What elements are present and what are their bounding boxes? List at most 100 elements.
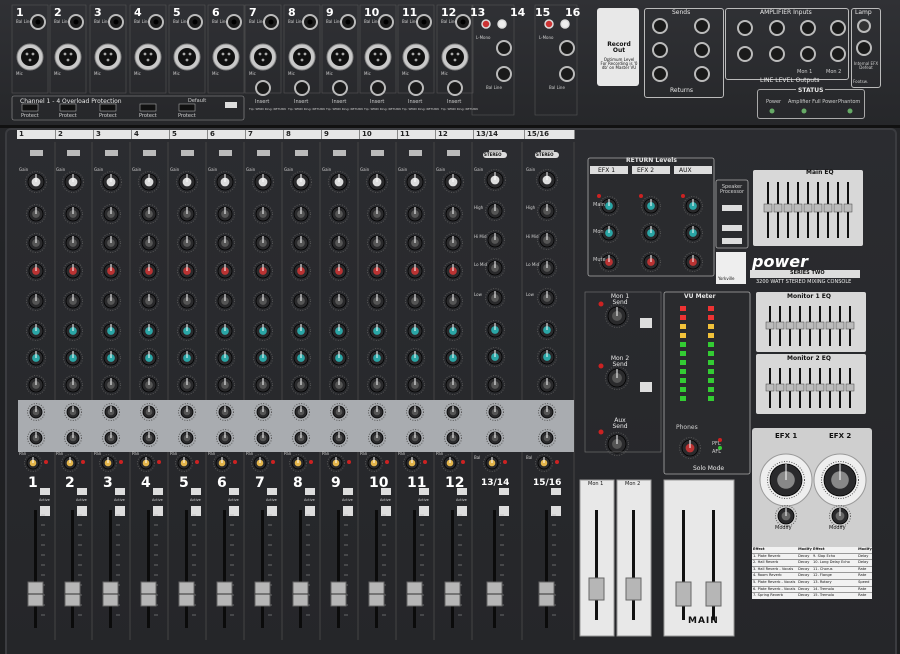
back-channel-number: 2: [54, 6, 62, 19]
switch-button[interactable]: [105, 150, 118, 156]
main-master-fader[interactable]: [675, 581, 692, 607]
mic-label: Mic: [249, 71, 256, 76]
bal-line-label: Bal Line: [288, 19, 304, 24]
vu-led-right: [708, 396, 714, 401]
insert-sub-label: Tip: SEND Ring: RETURN: [402, 107, 439, 111]
main-eq-slider[interactable]: [783, 203, 793, 213]
bal-label: Bal: [474, 455, 481, 460]
insert-label: Insert: [370, 99, 385, 105]
monitor-eq-slider[interactable]: [785, 321, 795, 330]
mute-button[interactable]: [229, 506, 239, 516]
brand-logo-text: Yorkville: [718, 276, 735, 281]
switch-button[interactable]: [67, 150, 80, 156]
main-master-fader[interactable]: [705, 581, 722, 607]
main-eq-slider[interactable]: [813, 203, 823, 213]
switch-button[interactable]: [257, 150, 270, 156]
processor-switch[interactable]: [722, 238, 742, 244]
main-eq-slider[interactable]: [823, 203, 833, 213]
solo-button[interactable]: [305, 488, 315, 495]
mute-button[interactable]: [551, 506, 561, 516]
mute-button[interactable]: [381, 506, 391, 516]
mute-button[interactable]: [499, 506, 509, 516]
bal-line-label: Bal Line: [364, 19, 380, 24]
mute-button[interactable]: [115, 506, 125, 516]
switch-button[interactable]: [409, 150, 422, 156]
solo-button[interactable]: [191, 488, 201, 495]
main-eq-slider[interactable]: [833, 203, 843, 213]
monitor-eq-slider[interactable]: [815, 383, 825, 392]
solo-button[interactable]: [229, 488, 239, 495]
monitor-eq-slider[interactable]: [815, 321, 825, 330]
main-eq-slider[interactable]: [773, 203, 783, 213]
pfl-label: PFL: [712, 441, 721, 447]
monitor-eq-slider[interactable]: [765, 383, 775, 392]
monitor-eq-slider[interactable]: [795, 321, 805, 330]
mute-button[interactable]: [153, 506, 163, 516]
solo-button[interactable]: [267, 488, 277, 495]
solo-button[interactable]: [115, 488, 125, 495]
afl-label: AFL: [712, 449, 722, 455]
efx-table-row: 7. Spring Reverb Decay 15. Tremolo Rate: [752, 593, 872, 599]
monitor-eq-slider[interactable]: [835, 321, 845, 330]
processor-switch[interactable]: [722, 205, 742, 211]
channel-strip-label: 6: [217, 475, 227, 491]
switch-button[interactable]: [30, 150, 43, 156]
efx1-title: EFX 1: [775, 432, 798, 440]
solo-button[interactable]: [40, 488, 50, 495]
solo-button[interactable]: [499, 488, 509, 495]
fader-track: [375, 510, 378, 628]
monitor-eq-slider[interactable]: [775, 321, 785, 330]
monitor-eq-slider[interactable]: [795, 383, 805, 392]
monitor-eq-slider[interactable]: [805, 383, 815, 392]
monitor-eq-slider[interactable]: [765, 321, 775, 330]
solo-button[interactable]: [77, 488, 87, 495]
solo-button[interactable]: [551, 488, 561, 495]
main-eq-slider[interactable]: [763, 203, 773, 213]
monitor-eq-slider[interactable]: [825, 383, 835, 392]
mute-button[interactable]: [343, 506, 353, 516]
switch-button[interactable]: [181, 150, 194, 156]
monitor-eq-slider[interactable]: [825, 321, 835, 330]
mute-button[interactable]: [40, 506, 50, 516]
active-label: Active: [190, 498, 201, 502]
mon2-solo-button[interactable]: [640, 382, 652, 392]
sub-master-fader[interactable]: [625, 577, 642, 601]
main-eq-slider[interactable]: [793, 203, 803, 213]
channel-tab: 13/14: [474, 130, 525, 139]
solo-button[interactable]: [343, 488, 353, 495]
pan-label: Pan: [208, 451, 216, 456]
mute-button[interactable]: [267, 506, 277, 516]
switch-button[interactable]: [371, 150, 384, 156]
monitor-eq-slider[interactable]: [845, 321, 855, 330]
main-eq-slider[interactable]: [843, 203, 853, 213]
monitor-eq-slider[interactable]: [775, 383, 785, 392]
switch-button[interactable]: [143, 150, 156, 156]
vu-led-left: [680, 396, 686, 401]
sub-master-fader[interactable]: [588, 577, 605, 601]
mute-button[interactable]: [305, 506, 315, 516]
switch-button[interactable]: [447, 150, 460, 156]
switch-button[interactable]: [333, 150, 346, 156]
switch-button[interactable]: [219, 150, 232, 156]
switch-button[interactable]: [295, 150, 308, 156]
main-label: MAIN: [688, 616, 719, 626]
mute-button[interactable]: [457, 506, 467, 516]
monitor-eq-slider[interactable]: [845, 383, 855, 392]
return-led-icon: [639, 194, 643, 198]
efx2-title: EFX 2: [829, 432, 852, 440]
channel-strip-label: 10: [369, 475, 389, 491]
mute-button[interactable]: [77, 506, 87, 516]
efx-table-cell: Rate: [858, 593, 867, 598]
mute-button[interactable]: [191, 506, 201, 516]
mic-label: Mic: [326, 71, 333, 76]
main-eq-slider[interactable]: [803, 203, 813, 213]
solo-button[interactable]: [153, 488, 163, 495]
mon1-solo-button[interactable]: [640, 318, 652, 328]
monitor-eq-slider[interactable]: [805, 321, 815, 330]
monitor-eq-slider[interactable]: [785, 383, 795, 392]
monitor-eq-slider[interactable]: [835, 383, 845, 392]
processor-switch[interactable]: [722, 225, 742, 231]
efx-table-cell: Decay: [798, 553, 810, 558]
efx-table-cell: Modify: [798, 547, 812, 551]
mute-button[interactable]: [419, 506, 429, 516]
